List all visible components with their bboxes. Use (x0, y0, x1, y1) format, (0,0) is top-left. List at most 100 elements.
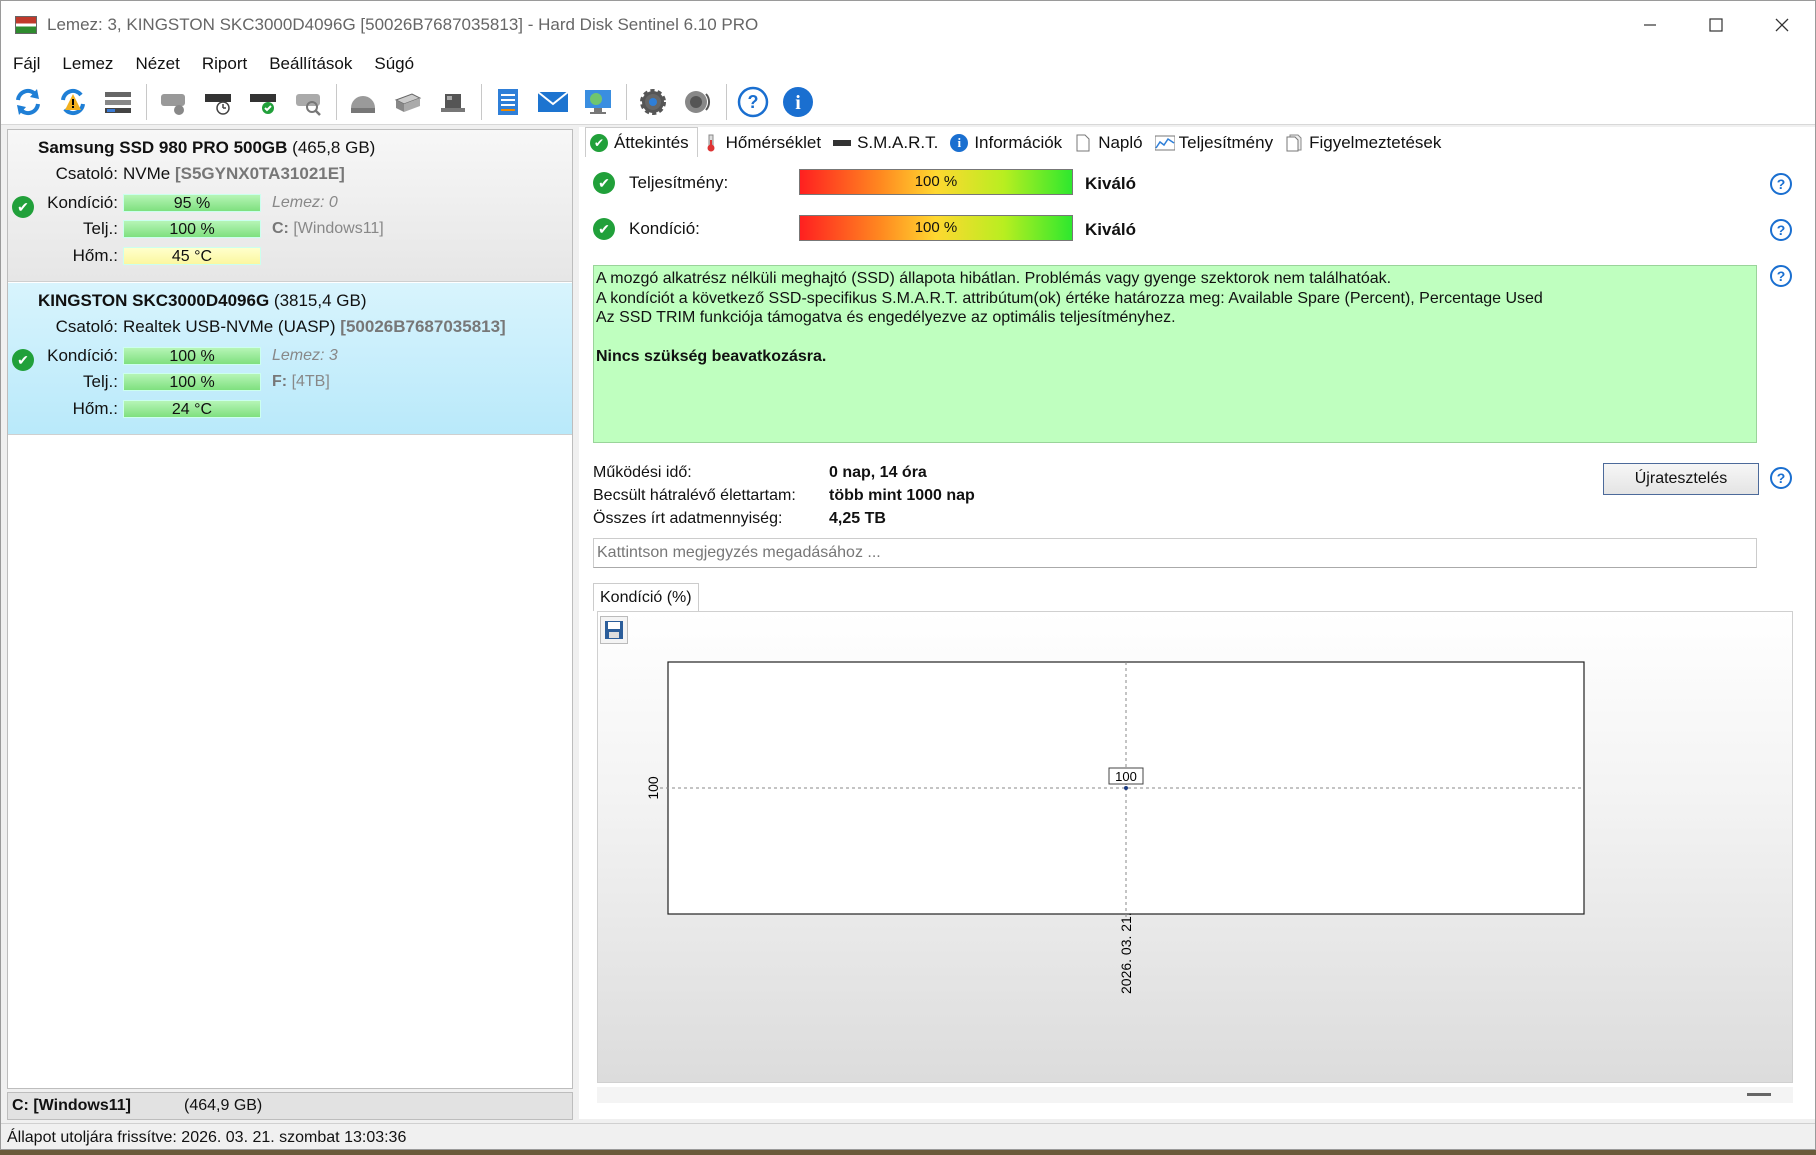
svg-text:i: i (795, 92, 801, 114)
comment-field[interactable]: Kattintson megjegyzés megadásához ... (593, 538, 1757, 568)
performance-bar: 100 % (123, 373, 261, 391)
disk-icon (833, 134, 852, 152)
disk-stats: Működési idő: 0 nap, 14 óra Becsült hátra… (593, 461, 975, 530)
tab-overview[interactable]: ✔ Áttekintés (585, 127, 698, 157)
volume-name: [Windows11] (293, 220, 384, 237)
temperature-bar: 45 °C (123, 247, 261, 265)
volume-info-bar[interactable]: C: [Windows11] (464,9 GB) (7, 1092, 573, 1120)
close-button[interactable] (1749, 1, 1815, 49)
minimize-button[interactable] (1617, 1, 1683, 49)
info-icon: i (950, 134, 969, 152)
tab-smart[interactable]: S.M.A.R.T. (829, 129, 946, 157)
help-icon[interactable]: ? (1770, 173, 1792, 195)
condition-bar: 95 % (123, 194, 261, 212)
temperature-label: Hőm.: (72, 246, 118, 265)
status-message-box: A mozgó alkatrész nélküli meghajtó (SSD)… (593, 265, 1757, 443)
performance-label: Telj.: (83, 372, 118, 391)
chart-data-point (1124, 786, 1128, 790)
close-icon (1775, 18, 1789, 32)
document-icon (1074, 134, 1092, 152)
lifetime-value: több mint 1000 nap (829, 487, 975, 504)
condition-bar: 100 % (123, 347, 261, 365)
chart-tab-condition[interactable]: Kondíció (%) (593, 583, 699, 611)
settings-gear-icon[interactable] (634, 83, 672, 121)
chart-data-label: 100 (1115, 769, 1137, 784)
disk-gray-icon[interactable] (154, 83, 192, 121)
retest-button[interactable]: Újratesztelés (1603, 463, 1759, 495)
interface-label: Csatoló: (55, 317, 118, 336)
refresh-icon[interactable] (9, 83, 47, 121)
disk-size: (465,8 GB) (292, 138, 376, 157)
info-icon[interactable]: i (779, 83, 817, 121)
disk-clock-icon[interactable] (199, 83, 237, 121)
chart-scrollbar[interactable] (597, 1087, 1793, 1103)
web-icon[interactable] (579, 83, 617, 121)
menu-disk[interactable]: Lemez (62, 54, 113, 74)
window-title: Lemez: 3, KINGSTON SKC3000D4096G [50026B… (47, 15, 759, 34)
temperature-label: Hőm.: (72, 399, 118, 418)
condition-label: Kondíció: (47, 193, 118, 212)
check-icon: ✔ (590, 133, 608, 152)
tab-information[interactable]: i Információk (946, 129, 1070, 157)
tab-log[interactable]: Napló (1070, 129, 1150, 157)
drive-letter: F: (272, 373, 288, 390)
tab-alerts[interactable]: Figyelmeztetések (1281, 129, 1449, 157)
written-value: 4,25 TB (829, 510, 886, 527)
condition-label: Kondíció: (629, 219, 700, 238)
status-action: Nincs szükség beavatkozásra. (596, 347, 827, 365)
status-message-line: A kondíciót a következő SSD-specifikus S… (596, 289, 1543, 307)
maximize-button[interactable] (1683, 1, 1749, 49)
disk-name: Samsung SSD 980 PRO 500GB (38, 138, 288, 157)
disk-check-icon[interactable] (244, 83, 282, 121)
written-label: Összes írt adatmennyiség: (593, 510, 783, 527)
thermometer-icon (702, 134, 720, 152)
help-icon[interactable]: ? (1770, 219, 1792, 241)
network-drive-icon[interactable] (434, 83, 472, 121)
drive-letter: C: (272, 220, 289, 237)
disk-item[interactable]: KINGSTON SKC3000D4096G (3815,4 GB) Csato… (8, 283, 572, 435)
status-bar: Állapot utoljára frissítve: 2026. 03. 21… (1, 1123, 1815, 1149)
disk-number: Lemez: 0 (272, 194, 338, 211)
volume-size: (464,9 GB) (184, 1097, 263, 1114)
disk-list-icon[interactable] (99, 83, 137, 121)
report-icon[interactable] (489, 83, 527, 121)
menu-report[interactable]: Riport (202, 54, 247, 74)
scrollbar-thumb[interactable] (1747, 1093, 1771, 1096)
refresh-warning-icon[interactable] (54, 83, 92, 121)
sound-icon[interactable] (679, 83, 717, 121)
tab-label: Napló (1098, 133, 1143, 152)
title-bar: Lemez: 3, KINGSTON SKC3000D4096G [50026B… (1, 1, 1815, 49)
condition-row: ✔ Kondíció: (593, 215, 700, 243)
uptime-value: 0 nap, 14 óra (829, 464, 927, 481)
performance-gauge: 100 % (799, 169, 1073, 195)
usb-drive-icon[interactable] (389, 83, 427, 121)
help-icon[interactable]: ? (1770, 467, 1792, 489)
menu-settings[interactable]: Beállítások (269, 54, 352, 74)
svg-text:?: ? (748, 92, 759, 112)
menu-view[interactable]: Nézet (135, 54, 179, 74)
disk-list-panel: Samsung SSD 980 PRO 500GB (465,8 GB) Csa… (7, 129, 573, 1089)
chart-canvas: 100 100 2026. 03. 21. (645, 661, 1585, 994)
dome-disk-icon[interactable] (344, 83, 382, 121)
tab-temperature[interactable]: Hőmérséklet (698, 129, 829, 157)
tab-performance[interactable]: Teljesítmény (1151, 129, 1281, 157)
volume-name: [4TB] (291, 373, 330, 390)
interface-label: Csatoló: (55, 164, 118, 183)
disk-item[interactable]: Samsung SSD 980 PRO 500GB (465,8 GB) Csa… (8, 130, 572, 282)
help-icon[interactable]: ? (1770, 265, 1792, 287)
condition-gauge: 100 % (799, 215, 1073, 241)
toolbar: ? i (1, 79, 1815, 125)
tab-label: S.M.A.R.T. (857, 133, 939, 152)
menu-file[interactable]: Fájl (13, 54, 40, 74)
disk-size: (3815,4 GB) (273, 291, 367, 310)
menu-help[interactable]: Súgó (374, 54, 414, 74)
email-icon[interactable] (534, 83, 572, 121)
performance-chart-icon (1154, 134, 1176, 152)
help-icon[interactable]: ? (734, 83, 772, 121)
disk-search-icon[interactable] (289, 83, 327, 121)
app-icon (15, 16, 37, 34)
temperature-bar: 24 °C (123, 400, 261, 418)
chart-y-tick-label: 100 (645, 776, 661, 800)
volume-drive: C: [Windows11] (12, 1097, 131, 1114)
condition-label: Kondíció: (47, 346, 118, 365)
